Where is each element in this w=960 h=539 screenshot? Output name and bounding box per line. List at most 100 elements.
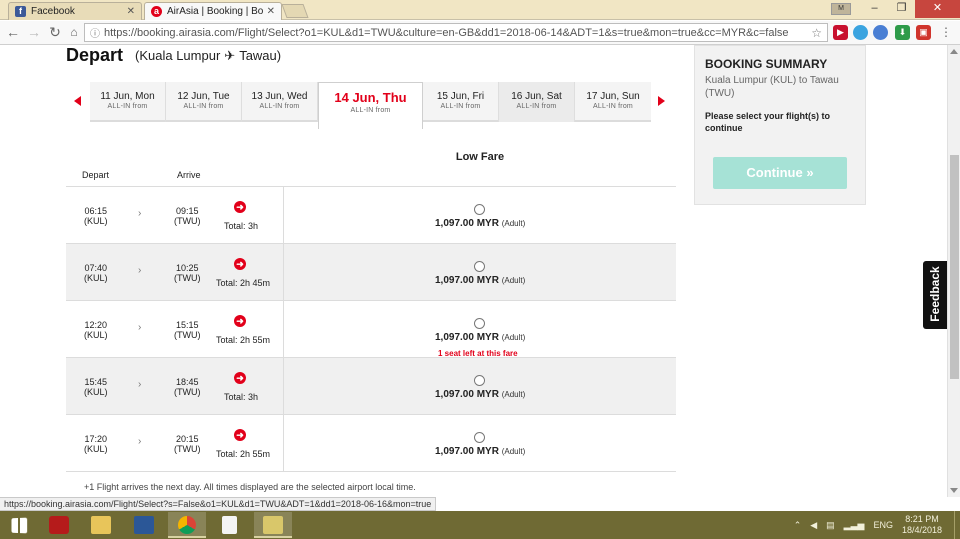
flight-row[interactable]: 06:15 (KUL) › 09:15 (TWU) ➜ Total: 3h 1,097.00 … <box>66 187 676 244</box>
date-label: 17 Jun, Sun <box>586 91 640 102</box>
scroll-down-icon[interactable] <box>950 488 958 493</box>
taskbar-app-chrome[interactable] <box>168 512 206 538</box>
extension-icon[interactable]: ▣ <box>916 25 931 40</box>
fare-price: 1,097.00 MYR (Adult) <box>435 389 525 400</box>
close-tab-icon[interactable]: ✕ <box>267 6 275 17</box>
date-tab-17-jun[interactable]: 17 Jun, Sun ALL-IN from <box>575 82 651 122</box>
fare-radio-button[interactable] <box>474 375 485 386</box>
airasia-icon: a <box>151 6 162 17</box>
fare-column-header: Low Fare <box>455 151 505 163</box>
close-window-button[interactable]: ✕ <box>915 0 960 18</box>
date-tab-11-jun[interactable]: 11 Jun, Mon ALL-IN from <box>90 82 166 122</box>
fare-passenger-type: (Adult) <box>501 390 526 399</box>
fare-passenger-type: (Adult) <box>501 447 526 456</box>
page-scrollbar[interactable] <box>947 45 960 497</box>
flight-details-icon[interactable]: ➜ <box>234 372 246 384</box>
seats-left-warning: 1 seat left at this fare <box>438 349 518 358</box>
maximize-button[interactable]: ❐ <box>888 0 915 18</box>
date-tab-16-jun[interactable]: 16 Jun, Sat ALL-IN from <box>499 82 575 122</box>
fare-amount: 1,097.00 MYR <box>435 389 499 400</box>
language-indicator[interactable]: ENG <box>873 520 893 530</box>
flight-details-icon[interactable]: ➜ <box>234 258 246 270</box>
flight-details-icon[interactable]: ➜ <box>234 315 246 327</box>
date-tab-12-jun[interactable]: 12 Jun, Tue ALL-IN from <box>166 82 242 122</box>
previous-dates-arrow-icon[interactable] <box>74 96 81 106</box>
date-sub: ALL-IN from <box>593 103 633 110</box>
tab-facebook[interactable]: f Facebook ✕ <box>8 2 142 20</box>
extension-icon[interactable]: ⬇ <box>895 25 910 40</box>
menu-icon[interactable]: ⋮ <box>938 24 954 40</box>
network-icon[interactable]: ▤ <box>826 520 835 531</box>
profile-button[interactable]: M <box>831 3 851 15</box>
taskbar-app-file-explorer[interactable] <box>82 512 120 538</box>
show-hidden-icons-icon[interactable]: ⌃ <box>794 520 802 531</box>
address-bar[interactable]: ⓘ https://booking.airasia.com/Flight/Sel… <box>84 23 828 42</box>
minimize-button[interactable]: – <box>861 0 888 18</box>
booking-summary-heading: BOOKING SUMMARY <box>705 57 828 71</box>
info-icon[interactable]: ⓘ <box>90 25 100 40</box>
fare-radio-button[interactable] <box>474 318 485 329</box>
departure-code: (KUL) <box>84 387 108 397</box>
flight-row[interactable]: 15:45 (KUL) › 18:45 (TWU) ➜ Total: 3h 1,097.00 … <box>66 358 676 415</box>
fare-radio-button[interactable] <box>474 261 485 272</box>
flight-details-icon[interactable]: ➜ <box>234 201 246 213</box>
reload-icon[interactable]: ↻ <box>47 24 63 40</box>
volume-icon[interactable]: ◀ <box>810 520 817 531</box>
address-url[interactable]: https://booking.airasia.com/Flight/Selec… <box>104 27 811 39</box>
flight-row[interactable]: 17:20 (KUL) › 20:15 (TWU) ➜ Total: 2h 55m 1,097… <box>66 415 676 472</box>
arrival: 09:15 (TWU) <box>174 206 201 226</box>
date-sub: ALL-IN from <box>350 107 391 114</box>
taskbar-app-notepad[interactable] <box>211 512 249 538</box>
arrival: 20:15 (TWU) <box>174 434 201 454</box>
arrival: 10:25 (TWU) <box>174 263 201 283</box>
date-tabs: 11 Jun, Mon ALL-IN from 12 Jun, Tue ALL-IN… <box>90 82 651 129</box>
date-tab-13-jun[interactable]: 13 Jun, Wed ALL-IN from <box>242 82 318 122</box>
taskbar-app-word[interactable] <box>125 512 163 538</box>
windows-taskbar: ⌃ ◀ ▤ ▂▃▅ ENG 8:21 PM 18/4/2018 <box>0 511 960 539</box>
fare-price: 1,097.00 MYR (Adult) <box>435 218 525 229</box>
start-button[interactable] <box>0 512 38 538</box>
departure-code: (KUL) <box>84 330 108 340</box>
feedback-button[interactable]: Feedback <box>923 261 947 329</box>
flight-row[interactable]: 12:20 (KUL) › 15:15 (TWU) ➜ Total: 2h 55m 1,097… <box>66 301 676 358</box>
new-tab-button[interactable] <box>281 4 309 18</box>
fare-amount: 1,097.00 MYR <box>435 275 499 286</box>
plane-icon: ✈ <box>224 48 236 63</box>
date-sub: ALL-IN from <box>183 103 224 110</box>
extension-icon[interactable] <box>853 25 868 40</box>
clock[interactable]: 8:21 PM 18/4/2018 <box>902 514 942 536</box>
fare-radio-button[interactable] <box>474 204 485 215</box>
scrollbar-thumb[interactable] <box>950 155 959 379</box>
status-bar-url: https://booking.airasia.com/Flight/Selec… <box>0 497 437 511</box>
flight-times-cell: 15:45 (KUL) › 18:45 (TWU) ➜ Total: 3h <box>66 358 284 414</box>
date-tab-15-jun[interactable]: 15 Jun, Fri ALL-IN from <box>423 82 499 122</box>
signal-icon[interactable]: ▂▃▅ <box>844 520 865 531</box>
date-label: 16 Jun, Sat <box>511 91 562 102</box>
forward-icon[interactable]: → <box>26 24 42 40</box>
bookmark-star-icon[interactable]: ☆ <box>811 26 822 40</box>
clock-date: 18/4/2018 <box>901 525 942 535</box>
scroll-up-icon[interactable] <box>950 49 958 54</box>
flight-details-icon[interactable]: ➜ <box>234 429 246 441</box>
departure: 17:20 (KUL) <box>84 434 108 454</box>
next-dates-arrow-icon[interactable] <box>658 96 665 106</box>
show-desktop-button[interactable] <box>954 511 960 539</box>
footnote: +1 Flight arrives the next day. All time… <box>84 482 416 492</box>
tab-airasia[interactable]: a AirAsia | Booking | Book ✕ <box>144 2 282 20</box>
continue-button[interactable]: Continue » <box>713 157 847 189</box>
close-tab-icon[interactable]: ✕ <box>127 6 135 17</box>
date-label: 13 Jun, Wed <box>251 91 308 102</box>
home-icon[interactable]: ⌂ <box>66 24 82 40</box>
flight-row[interactable]: 07:40 (KUL) › 10:25 (TWU) ➜ Total: 2h 45m 1,097… <box>66 244 676 301</box>
departure-code: (KUL) <box>84 216 108 226</box>
extension-icon[interactable]: ▶ <box>833 25 848 40</box>
back-icon[interactable]: ← <box>5 24 21 40</box>
extension-icon[interactable] <box>873 25 888 40</box>
taskbar-app-photos[interactable] <box>254 512 292 538</box>
fare-radio-button[interactable] <box>474 432 485 443</box>
taskbar-app-power[interactable] <box>40 512 78 538</box>
route-origin: (Kuala Lumpur <box>135 48 221 63</box>
date-tab-14-jun-selected[interactable]: 14 Jun, Thu ALL-IN from <box>318 82 423 129</box>
flight-times-cell: 12:20 (KUL) › 15:15 (TWU) ➜ Total: 2h 55m <box>66 301 284 357</box>
fare-amount: 1,097.00 MYR <box>435 332 499 343</box>
